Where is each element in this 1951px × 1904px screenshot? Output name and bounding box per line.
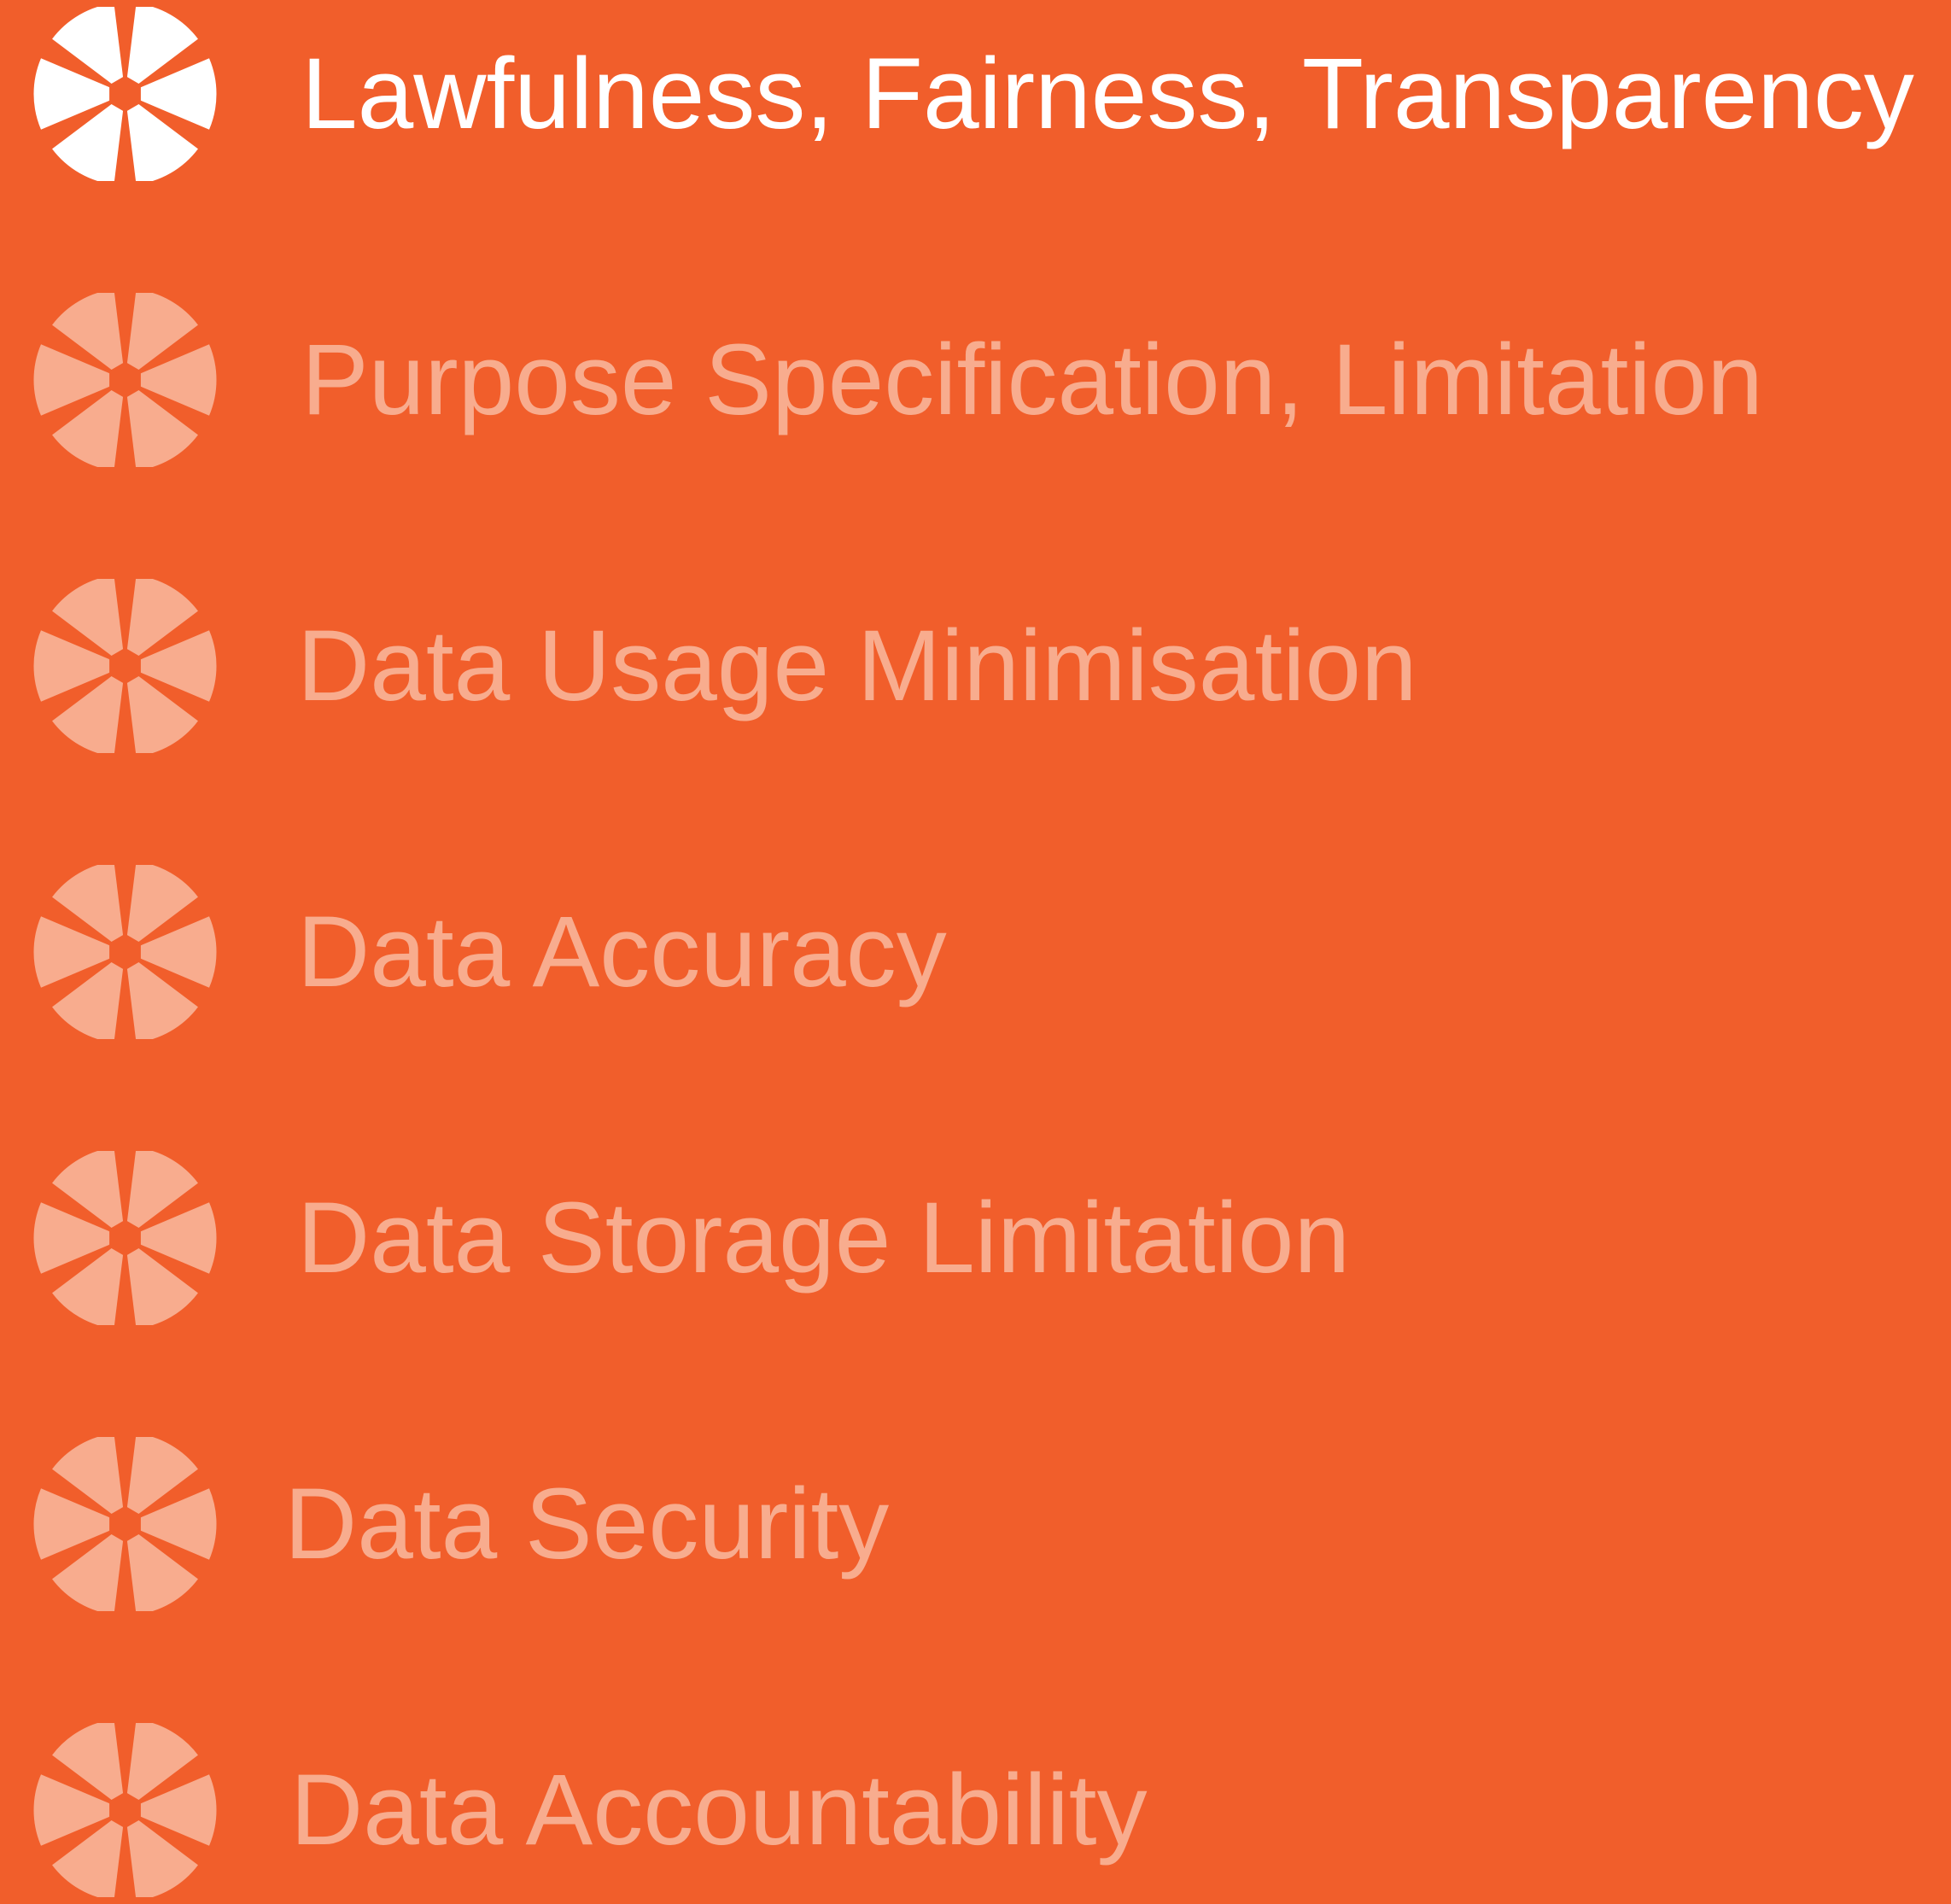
principle-label: Purpose Specification, Limitation	[301, 324, 1763, 436]
segmented-circle-icon	[33, 293, 217, 467]
segmented-circle-icon	[33, 1437, 217, 1611]
principle-label: Data Security	[284, 1468, 890, 1580]
principle-item-storage: Data Storage Limitation	[0, 1144, 1951, 1332]
principle-label: Data Storage Limitation	[297, 1182, 1351, 1294]
principle-label: Data Accountability	[290, 1754, 1148, 1866]
principle-item-lawfulness: Lawfulness, Fairness, Transparency	[0, 0, 1951, 188]
principle-label: Data Accuracy	[297, 896, 947, 1008]
segmented-circle-icon	[33, 579, 217, 753]
principle-item-purpose: Purpose Specification, Limitation	[0, 286, 1951, 474]
segmented-circle-icon	[33, 1151, 217, 1325]
principle-item-accuracy: Data Accuracy	[0, 858, 1951, 1046]
principle-item-minimisation: Data Usage Minimisation	[0, 572, 1951, 760]
segmented-circle-icon	[33, 865, 217, 1039]
principle-label: Data Usage Minimisation	[297, 610, 1417, 722]
principle-label: Lawfulness, Fairness, Transparency	[301, 38, 1914, 150]
principle-item-security: Data Security	[0, 1430, 1951, 1618]
principle-item-accountability: Data Accountability	[0, 1716, 1951, 1904]
principles-list: Lawfulness, Fairness, Transparency Purpo…	[0, 0, 1951, 1899]
segmented-circle-icon	[33, 1723, 217, 1897]
segmented-circle-icon	[33, 7, 217, 181]
